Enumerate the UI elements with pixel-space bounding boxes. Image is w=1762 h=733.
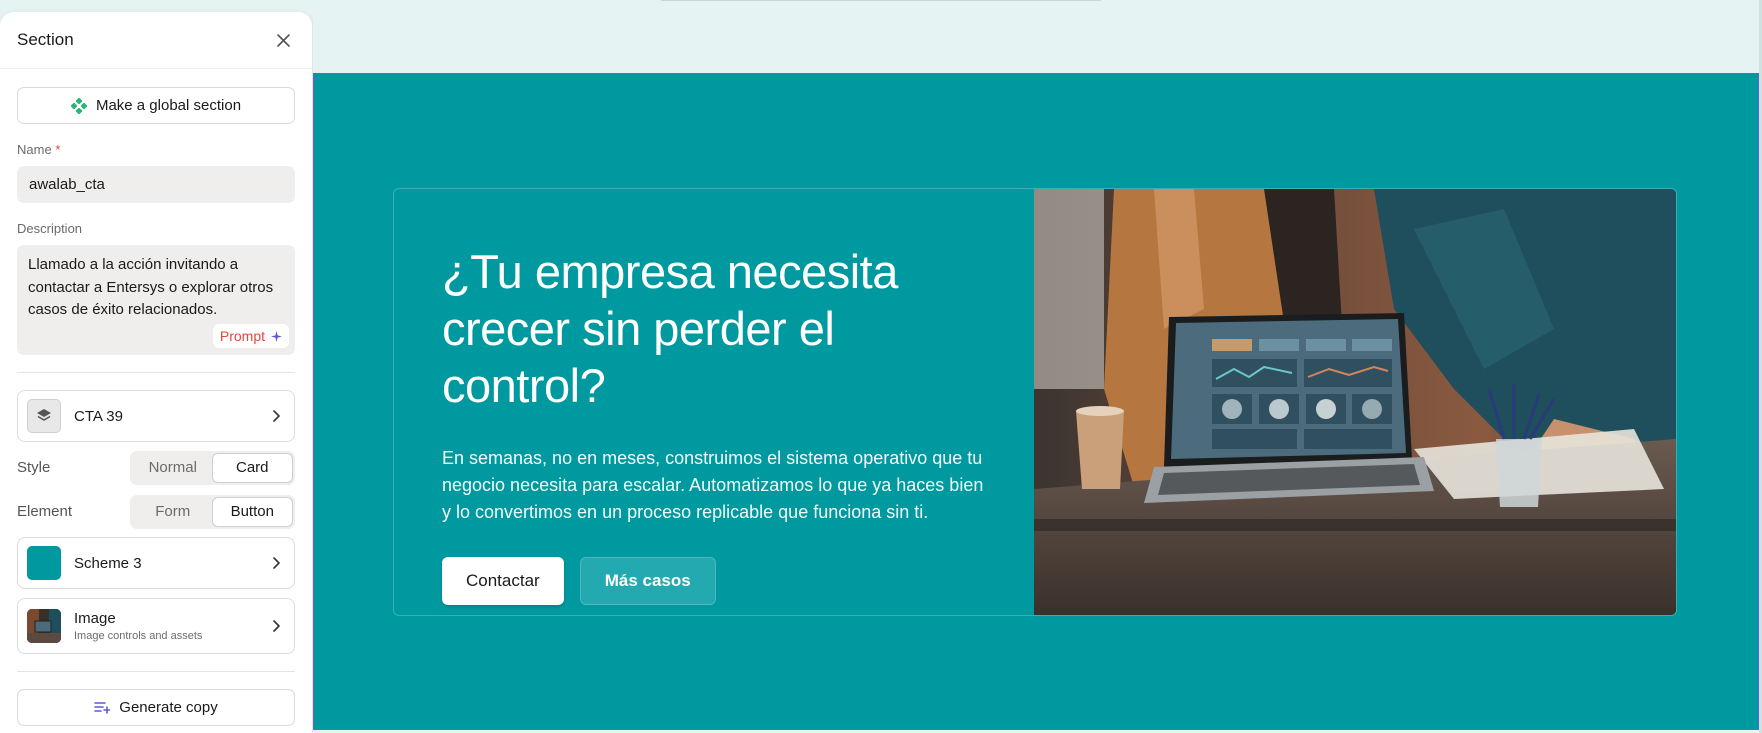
layout-selector[interactable]: CTA 39 [17,390,295,442]
cta-image[interactable] [1034,189,1676,615]
page-canvas: ¿Tu empresa necesita crecer sin perder e… [313,0,1762,733]
image-thumbnail [27,609,61,643]
cta-text-block: ¿Tu empresa necesita crecer sin perder e… [442,243,1002,605]
global-section-icon [70,97,87,114]
mas-casos-button[interactable]: Más casos [579,557,716,605]
style-option-normal[interactable]: Normal [133,454,213,482]
style-option-card[interactable]: Card [212,453,292,482]
contactar-button[interactable]: Contactar [442,557,564,605]
required-mark: * [55,142,61,157]
cta-card: ¿Tu empresa necesita crecer sin perder e… [393,188,1677,616]
scheme-selector[interactable]: Scheme 3 [17,537,295,589]
close-icon [276,33,290,47]
image-thumbnail-graphic [27,609,61,643]
cta-section[interactable]: ¿Tu empresa necesita crecer sin perder e… [313,73,1759,730]
close-button[interactable] [272,29,294,51]
divider [661,0,1101,1]
panel-header: Section [0,12,312,69]
scheme-name: Scheme 3 [74,554,142,572]
office-laptop-photo [1034,189,1676,615]
panel-title: Section [17,30,74,49]
description-field[interactable]: Llamado a la acción invitando a contacta… [17,245,295,355]
prompt-label: Prompt [219,327,265,344]
element-row: Element Form Button [17,493,295,530]
prompt-button[interactable]: Prompt [212,324,289,348]
image-sublabel: Image controls and assets [74,630,203,642]
cta-heading-line-1: ¿Tu empresa necesita [442,245,898,298]
image-label: Image [74,610,116,627]
make-global-section-label: Make a global section [95,97,242,114]
generate-copy-label: Generate copy [119,699,218,716]
style-row: Style Normal Card [17,449,295,486]
element-toggle: Form Button [130,494,295,529]
chevron-right-icon [273,620,280,632]
make-global-section-button[interactable]: Make a global section [17,87,295,124]
name-field[interactable]: awalab_cta [17,166,295,203]
cta-heading[interactable]: ¿Tu empresa necesita crecer sin perder e… [442,243,1002,414]
description-label: Description [17,221,83,236]
chevron-right-icon [273,557,280,569]
divider [17,671,295,672]
image-text: Image Image controls and assets [74,610,268,642]
scheme-swatch [27,546,61,580]
layers-icon [37,409,51,421]
layout-name: CTA 39 [74,407,123,425]
style-label: Style [17,459,51,476]
element-option-button[interactable]: Button [212,497,292,526]
description-value: Llamado a la acción invitando a contacta… [28,256,274,318]
element-label: Element [17,503,73,520]
cta-body[interactable]: En semanas, no en meses, construimos el … [442,445,987,526]
name-label: Name * [17,142,61,157]
layout-thumbnail [27,399,61,433]
style-toggle: Normal Card [130,450,295,485]
generate-copy-icon [94,701,111,714]
sparkle-icon [271,330,282,342]
name-value: awalab_cta [29,176,105,193]
image-selector[interactable]: Image Image controls and assets [17,598,295,654]
previous-section[interactable] [313,0,1759,73]
generate-copy-button[interactable]: Generate copy [17,689,295,726]
cta-heading-line-2: crecer sin perder el control? [442,302,835,412]
cta-buttons: Contactar Más casos [442,557,1002,605]
chevron-right-icon [273,410,280,422]
section-settings-panel: Section Make a global section Name * awa… [0,12,313,733]
element-option-form[interactable]: Form [133,498,213,526]
divider [17,372,295,373]
